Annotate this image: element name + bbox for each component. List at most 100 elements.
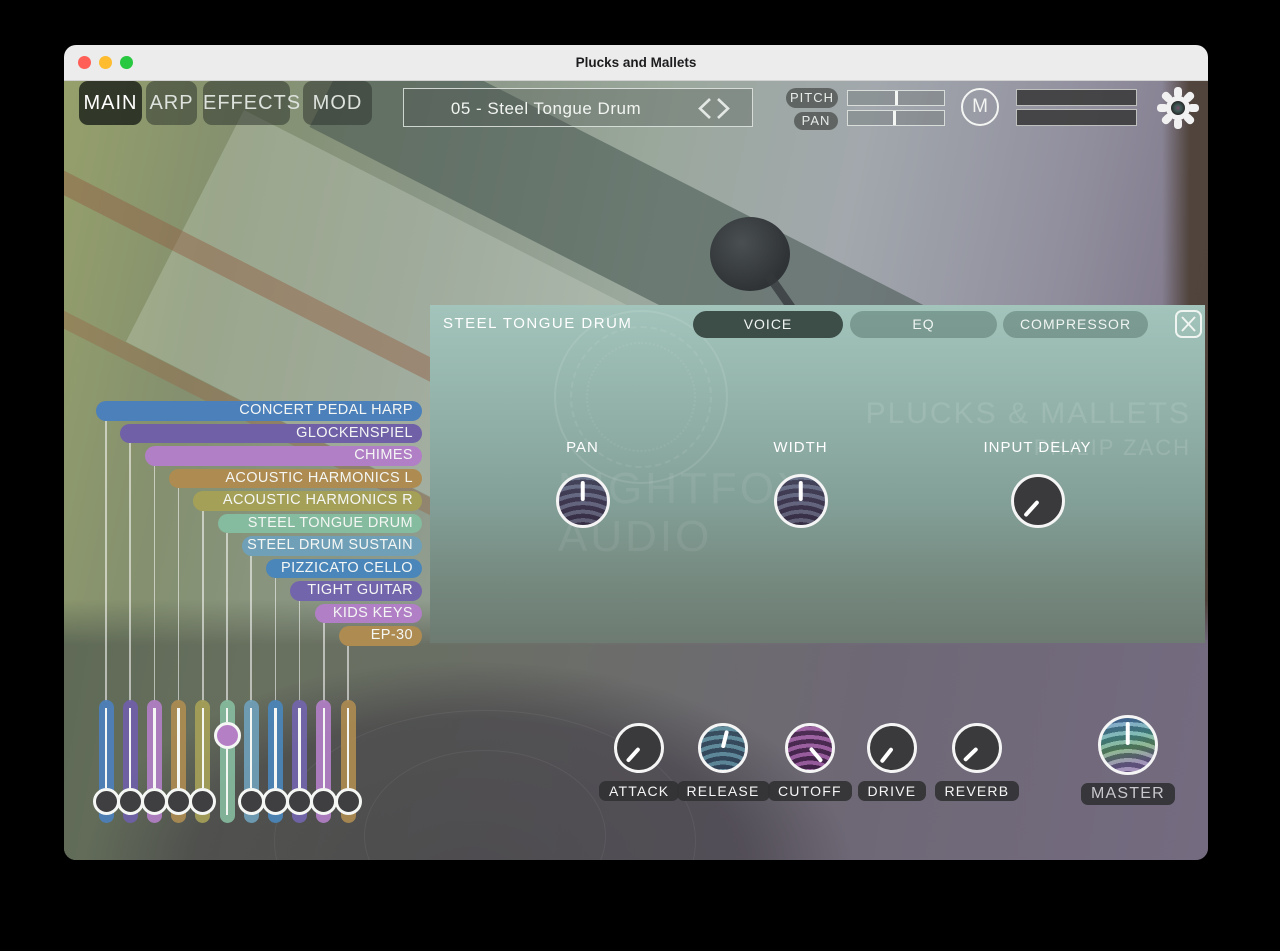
attack-knob[interactable] [614,723,664,773]
instrument-bar[interactable]: ACOUSTIC HARMONICS L [169,469,422,489]
fader-connector-line [226,533,228,702]
level-meter-left [1016,89,1137,106]
knob-pointer [879,747,893,764]
input-delay-knob[interactable] [1011,474,1065,528]
release-knob[interactable] [698,723,748,773]
instrument-bar[interactable]: CHIMES [145,446,422,466]
fader-connector-line [347,646,349,703]
drive-knob-label: DRIVE [858,781,927,801]
panel-tab-compressor[interactable]: COMPRESSOR [1003,311,1148,338]
instrument-bar[interactable]: EP-30 [339,626,422,646]
pitch-slider[interactable] [847,90,945,106]
fader-handle[interactable] [262,788,289,815]
plugin-content: MAINARPEFFECTS MOD 05 - Steel Tongue Drum… [64,80,1208,860]
knob-pointer [799,481,803,501]
fader-handle[interactable] [238,788,265,815]
fader-connector-line [202,511,204,703]
titlebar: Plucks and Mallets [64,45,1208,81]
fader-value-line [226,708,229,722]
width-knob-label: WIDTH [721,439,881,456]
chevron-left-icon[interactable] [700,99,710,118]
knob-pointer [625,747,640,763]
fader-value-line [177,708,180,788]
knob-pointer [1023,500,1039,517]
fader-handle[interactable] [335,788,362,815]
fader-value-line [347,708,350,788]
drive-knob[interactable] [867,723,917,773]
release-knob-label: RELEASE [677,781,770,801]
fader-value-line [323,708,326,788]
knob-pointer [721,730,729,749]
pan-label: PAN [794,112,838,130]
cutoff-knob-label: CUTOFF [768,781,852,801]
fader-handle[interactable] [93,788,120,815]
master-knob[interactable] [1098,715,1158,775]
panel-tab-eq[interactable]: EQ [850,311,997,338]
pan-slider[interactable] [847,110,945,126]
fader-connector-line [178,488,180,702]
nav-tab-mod[interactable]: MOD [303,81,372,125]
fader-value-line [129,708,132,788]
instrument-bar[interactable]: KIDS KEYS [315,604,422,624]
level-meter-right [1016,109,1137,126]
pitch-label: PITCH [786,88,838,108]
knob-pointer [1126,722,1130,745]
instrument-bar[interactable]: CONCERT PEDAL HARP [96,401,422,421]
cutoff-knob[interactable] [785,723,835,773]
gear-icon [1156,86,1200,130]
fader-connector-line [129,443,131,702]
fader-value-line [153,708,156,788]
mallet-photo [710,217,790,291]
fader-value-line [250,708,253,788]
instrument-bar[interactable]: TIGHT GUITAR [290,581,422,601]
chevron-right-icon[interactable] [718,99,728,118]
window-title: Plucks and Mallets [64,45,1208,80]
knob-pointer [809,747,824,763]
fader-handle[interactable] [165,788,192,815]
nav-tab-main[interactable]: MAIN [79,81,142,125]
fader-handle[interactable] [214,722,241,749]
fader-connector-line [250,556,252,703]
reverb-knob-label: REVERB [935,781,1020,801]
instrument-bar[interactable]: GLOCKENSPIEL [120,424,422,444]
fader-value-line [298,708,301,788]
fader-connector-line [105,421,107,703]
settings-button[interactable] [1156,86,1200,130]
fader-value-line [226,749,229,816]
fader-value-line [274,708,277,788]
fader-value-line [202,708,205,788]
fader-handle[interactable] [286,788,313,815]
instrument-bar[interactable]: ACOUSTIC HARMONICS R [193,491,422,511]
fader-connector-line [299,601,301,703]
panel-tab-voice[interactable]: VOICE [693,311,843,338]
preset-selector[interactable]: 05 - Steel Tongue Drum [403,88,753,127]
fader-handle[interactable] [141,788,168,815]
preset-name: 05 - Steel Tongue Drum [404,89,688,128]
desktop-background: Plucks and Mallets MAINARPEFFECTS MOD 05 … [0,0,1280,951]
input-delay-knob-label: INPUT DELAY [958,439,1118,456]
width-knob[interactable] [774,474,828,528]
nav-tab-effects[interactable]: EFFECTS [203,81,290,125]
plugin-window: Plucks and Mallets MAINARPEFFECTS MOD 05 … [64,45,1208,860]
mono-button[interactable]: M [961,88,999,126]
master-knob-label: MASTER [1081,783,1175,805]
pan-knob-label: PAN [503,439,663,456]
attack-knob-label: ATTACK [599,781,679,801]
reverb-knob[interactable] [952,723,1002,773]
instrument-edit-panel: NIGHTFOX AUDIO PLUCKS & MALLETS PHILIP Z… [430,305,1205,643]
pan-knob[interactable] [556,474,610,528]
nav-tab-arp[interactable]: ARP [146,81,197,125]
knob-pointer [581,481,585,501]
instrument-bar[interactable]: STEEL DRUM SUSTAIN [242,536,422,556]
fader-connector-line [323,623,325,702]
instrument-bar[interactable]: STEEL TONGUE DRUM [218,514,423,534]
panel-title: STEEL TONGUE DRUM [443,315,632,332]
knob-pointer [962,747,978,762]
fader-connector-line [154,466,156,703]
panel-close-button[interactable] [1175,310,1202,338]
fader-connector-line [275,578,277,702]
fader-handle[interactable] [117,788,144,815]
fader-value-line [105,708,108,788]
instrument-bar[interactable]: PIZZICATO CELLO [266,559,422,579]
close-icon [1177,312,1200,336]
